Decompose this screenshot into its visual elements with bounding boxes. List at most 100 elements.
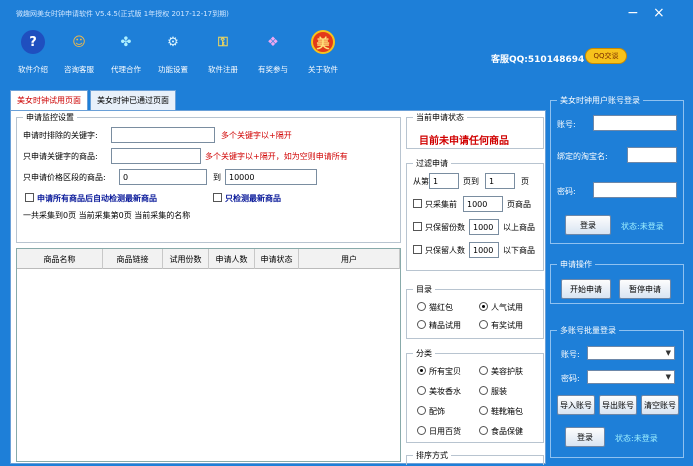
people-filter-checkbox[interactable] [413,245,422,254]
qq-chat-button[interactable]: QQ交谈 [585,48,627,64]
copies-filter-checkbox[interactable] [413,222,422,231]
only-keyword-input[interactable] [111,148,201,164]
tab-approved[interactable]: 美女时钟已通过页面 [90,90,176,110]
cat-perfume-radio[interactable] [417,386,426,395]
dir-prize-radio[interactable] [479,320,488,329]
cat-food-radio[interactable] [479,426,488,435]
account-legend: 美女时钟用户账号登录 [557,95,643,106]
toolbar-register-label: 软件注册 [208,65,238,74]
toolbar-support[interactable]: ☺ 咨询客服 [56,30,102,75]
dir-popular-radio[interactable] [479,302,488,311]
check-new-checkbox[interactable] [25,193,34,202]
cat-skincare-radio[interactable] [479,366,488,375]
from-page-label: 从第 [413,177,429,186]
account-status: 状态:未登录 [621,222,664,231]
only-keyword-label: 只申请关键字的商品: [23,152,98,161]
customer-service-qq: 客服QQ:510148694 [491,55,585,65]
price-max-input[interactable]: 10000 [225,169,317,185]
dir-premium-radio[interactable] [417,320,426,329]
price-filter-input[interactable]: 1000 [463,196,503,212]
cat-daily-label: 日用百货 [429,427,461,436]
toolbar-settings-label: 功能设置 [158,65,188,74]
price-to-label: 到 [213,173,221,182]
cat-accessory-radio[interactable] [417,406,426,415]
close-button[interactable]: × [653,6,665,20]
cat-shoes-label: 鞋靴箱包 [491,407,523,416]
app-window: 微趣网美女时钟申请软件 V5.4.5(正式版 1年授权 2017-12-17到期… [0,0,693,466]
cat-daily-radio[interactable] [417,426,426,435]
title-bar: 微趣网美女时钟申请软件 V5.4.5(正式版 1年授权 2017-12-17到期… [0,0,693,26]
export-accounts-button[interactable]: 导出账号 [599,395,637,415]
question-icon: ? [21,30,45,54]
people-filter-input[interactable]: 1000 [469,242,499,258]
pause-apply-button[interactable]: 暂停申请 [619,279,671,299]
start-apply-button[interactable]: 开始申请 [561,279,611,299]
toolbar-agent[interactable]: ✤ 代理合作 [103,30,149,75]
toolbar-agent-label: 代理合作 [111,65,141,74]
status-text: 目前未申请任何商品 [419,136,509,147]
col-copies[interactable]: 试用份数 [163,249,209,269]
price-range-label: 只申请价格区段的商品: [23,173,106,182]
cat-all-radio[interactable] [417,366,426,375]
check-new-label: 申请所有商品后自动检测最新商品 [37,194,157,203]
col-applicants[interactable]: 申请人数 [209,249,255,269]
monitor-settings-group: 申请监控设置 申请时排除的关键字: 多个关键字以+隔开 只申请关键字的商品: 多… [16,112,401,243]
price-min-input[interactable]: 0 [119,169,207,185]
key-icon: ⚿ [218,34,228,50]
table-header: 商品名称 商品链接 试用份数 申请人数 申请状态 用户 [17,249,400,269]
qq-chat-label: QQ交谈 [593,52,619,60]
clear-accounts-button[interactable]: 清空账号 [641,395,679,415]
account-password-input[interactable] [593,182,677,198]
dir-premium-label: 精品试用 [429,321,461,330]
product-table[interactable]: 商品名称 商品链接 试用份数 申请人数 申请状态 用户 [16,248,401,462]
monitor-settings-legend: 申请监控设置 [23,112,77,123]
directory-group: 目录 猫红包 人气试用 精品试用 有奖试用 [406,284,544,339]
toolbar-support-label: 咨询客服 [64,65,94,74]
to-page-input[interactable]: 1 [485,173,515,189]
account-shop-input[interactable] [627,147,677,163]
status-legend: 当前申请状态 [413,112,467,123]
col-user[interactable]: 用户 [299,249,400,269]
import-accounts-button[interactable]: 导入账号 [557,395,595,415]
account-login-button[interactable]: 登录 [565,215,611,235]
only-keyword-hint: 多个关键字以+隔开，如为空则申请所有 [205,152,348,161]
account-username-input[interactable] [593,115,677,131]
main-panel: 申请监控设置 申请时排除的关键字: 多个关键字以+隔开 只申请关键字的商品: 多… [10,110,546,465]
multi-username-select[interactable]: ▼ [587,346,675,360]
status-group: 当前申请状态 目前未申请任何商品 [406,112,544,149]
category-legend: 分类 [413,348,435,359]
toolbar-register[interactable]: ⚿ 软件注册 [200,30,246,75]
copies-filter-input[interactable]: 1000 [469,219,499,235]
price-filter-unit: 页商品 [507,200,531,209]
col-product-link[interactable]: 商品链接 [103,249,163,269]
col-status[interactable]: 申请状态 [255,249,299,269]
toolbar-settings[interactable]: ⚙ 功能设置 [150,30,196,75]
gift-icon: ❖ [267,34,279,50]
multi-login-button[interactable]: 登录 [565,427,605,447]
dir-red-packet-radio[interactable] [417,302,426,311]
account-username-label: 账号: [557,120,576,129]
toolbar-about-label: 关于软件 [308,65,338,74]
apply-ops-legend: 申请操作 [557,259,595,270]
chevron-down-icon: ▼ [665,349,671,357]
toolbar-prize[interactable]: ❖ 有奖参与 [250,30,296,75]
account-shop-label: 绑定的淘宝名: [557,152,608,161]
cat-shoes-radio[interactable] [479,406,488,415]
cat-clothing-radio[interactable] [479,386,488,395]
minimize-button[interactable]: − [627,6,639,20]
price-filter-checkbox[interactable] [413,199,422,208]
cat-food-label: 食品保健 [491,427,523,436]
exclude-keyword-input[interactable] [111,127,215,143]
col-product-name[interactable]: 商品名称 [17,249,103,269]
account-login-group: 美女时钟用户账号登录 账号: 绑定的淘宝名: 密码: 登录 状态:未登录 [550,95,684,244]
support-people-icon: ☺ [72,34,86,50]
tab-trial[interactable]: 美女时钟试用页面 [10,90,88,110]
multi-password-select[interactable]: ▼ [587,370,675,384]
only-new-checkbox[interactable] [213,193,222,202]
toolbar-about[interactable]: 美 关于软件 [300,30,346,75]
toolbar-prize-label: 有奖参与 [258,65,288,74]
multi-password-label: 密码: [561,374,580,383]
from-page-input[interactable]: 1 [429,173,459,189]
exclude-keyword-hint: 多个关键字以+隔开 [221,131,292,140]
toolbar-intro[interactable]: ? 软件介绍 [10,30,56,75]
